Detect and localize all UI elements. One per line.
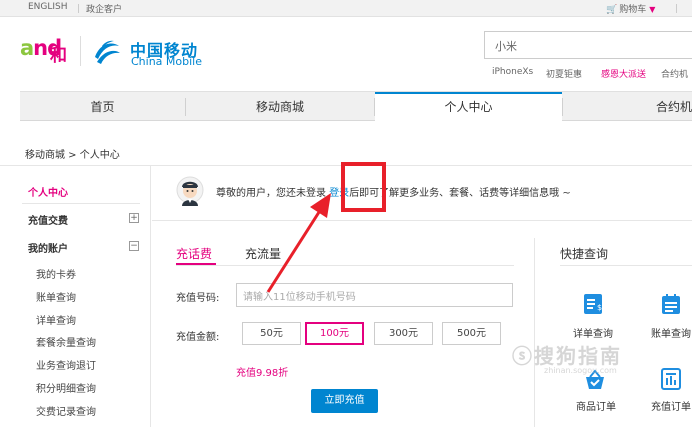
amount-label: 充值金额: (176, 332, 220, 343)
quick-recharge-order[interactable]: 充值订单 (651, 398, 691, 413)
hot-word-contract[interactable]: 合约机 (661, 67, 688, 80)
nav-home[interactable]: 首页 (20, 92, 185, 122)
hot-word-summer[interactable]: 初夏钜惠 (546, 67, 582, 80)
gov-customer-link[interactable]: 政企客户 (86, 2, 122, 15)
amount-option-50[interactable]: 50元 (242, 322, 301, 345)
top-utility-bar: ENGLISH 政企客户 🛒 购物车 ▼ (0, 0, 692, 17)
watermark-url: zhinan.sogou.com (544, 366, 617, 375)
sidebar-sub-balance[interactable]: 套餐余量查询 (36, 334, 96, 349)
divider (176, 265, 514, 266)
active-tab-indicator (176, 263, 216, 265)
sidebar-sub-bill[interactable]: 账单查询 (36, 289, 76, 304)
expand-icon[interactable]: + (129, 213, 139, 223)
quick-query-title: 快捷查询 (560, 247, 609, 261)
bill-list-icon[interactable] (660, 293, 682, 315)
amount-option-300[interactable]: 300元 (374, 322, 433, 345)
svg-text:$: $ (597, 303, 602, 312)
he-logo: 和 (50, 46, 67, 66)
amount-option-100[interactable]: 100元 (305, 322, 364, 345)
quick-goods-order[interactable]: 商品订单 (576, 398, 616, 413)
sidebar-item-recharge[interactable]: 充值交费 (28, 212, 68, 227)
login-notice: 尊敬的用户，您还未登录 登录后即可了解更多业务、套餐、话费等详细信息哦 ~ (216, 188, 571, 199)
cart-label: 购物车 (619, 5, 647, 15)
divider (22, 203, 140, 204)
cart-icon: 🛒 (606, 5, 618, 15)
china-mobile-logo-icon (95, 40, 120, 64)
detail-list-icon[interactable]: $ (582, 293, 604, 315)
china-mobile-en-name: China Mobile (131, 55, 203, 68)
breadcrumb: 移动商城 > 个人中心 (25, 150, 120, 161)
divider (676, 4, 677, 13)
phone-label: 充值号码: (176, 293, 220, 304)
recharge-submit-button[interactable]: 立即充值 (311, 389, 378, 413)
sidebar-item-account[interactable]: 我的账户 (28, 240, 68, 255)
divider (80, 36, 81, 66)
nav-contract[interactable]: 合约机 (563, 92, 692, 122)
cart-link[interactable]: 🛒 购物车 ▼ (606, 2, 655, 15)
hot-word-thanks[interactable]: 感恩大派送 (601, 67, 646, 80)
chevron-down-icon: ▼ (649, 5, 656, 14)
nav-mall[interactable]: 移动商城 (186, 92, 374, 122)
sidebar-sub-payments[interactable]: 交费记录查询 (36, 403, 96, 418)
quick-detail-query[interactable]: 详单查询 (573, 325, 613, 340)
annotation-highlight-box (341, 162, 386, 212)
divider (534, 238, 535, 427)
divider (150, 166, 151, 427)
sidebar-head[interactable]: 个人中心 (28, 184, 68, 199)
discount-text: 充值9.98折 (236, 368, 289, 379)
sidebar-sub-coupons[interactable]: 我的卡券 (36, 266, 76, 281)
nav-personal-center[interactable]: 个人中心 (375, 92, 562, 122)
search-input[interactable]: 小米 (484, 31, 692, 59)
divider (78, 4, 79, 13)
sidebar-sub-detail[interactable]: 详单查询 (36, 312, 76, 327)
hot-word-iphonexs[interactable]: iPhoneXs (492, 67, 533, 77)
avatar-icon (176, 176, 204, 206)
divider (560, 265, 692, 266)
watermark: ⓢ搜狗指南 (512, 344, 622, 368)
english-link[interactable]: ENGLISH (28, 2, 68, 12)
phone-input[interactable]: 请输入11位移动手机号码 (236, 283, 513, 307)
main-nav: 首页 移动商城 个人中心 合约机 (20, 91, 692, 122)
sidebar-sub-unsubscribe[interactable]: 业务查询退订 (36, 357, 96, 372)
collapse-icon[interactable]: − (129, 241, 139, 251)
recharge-order-icon[interactable] (660, 368, 682, 390)
divider (152, 220, 692, 221)
tab-recharge-fee[interactable]: 充话费 (176, 245, 212, 262)
tab-recharge-data[interactable]: 充流量 (245, 245, 281, 262)
quick-bill-query[interactable]: 账单查询 (651, 325, 691, 340)
sidebar-sub-points[interactable]: 积分明细查询 (36, 380, 96, 395)
amount-option-500[interactable]: 500元 (442, 322, 501, 345)
